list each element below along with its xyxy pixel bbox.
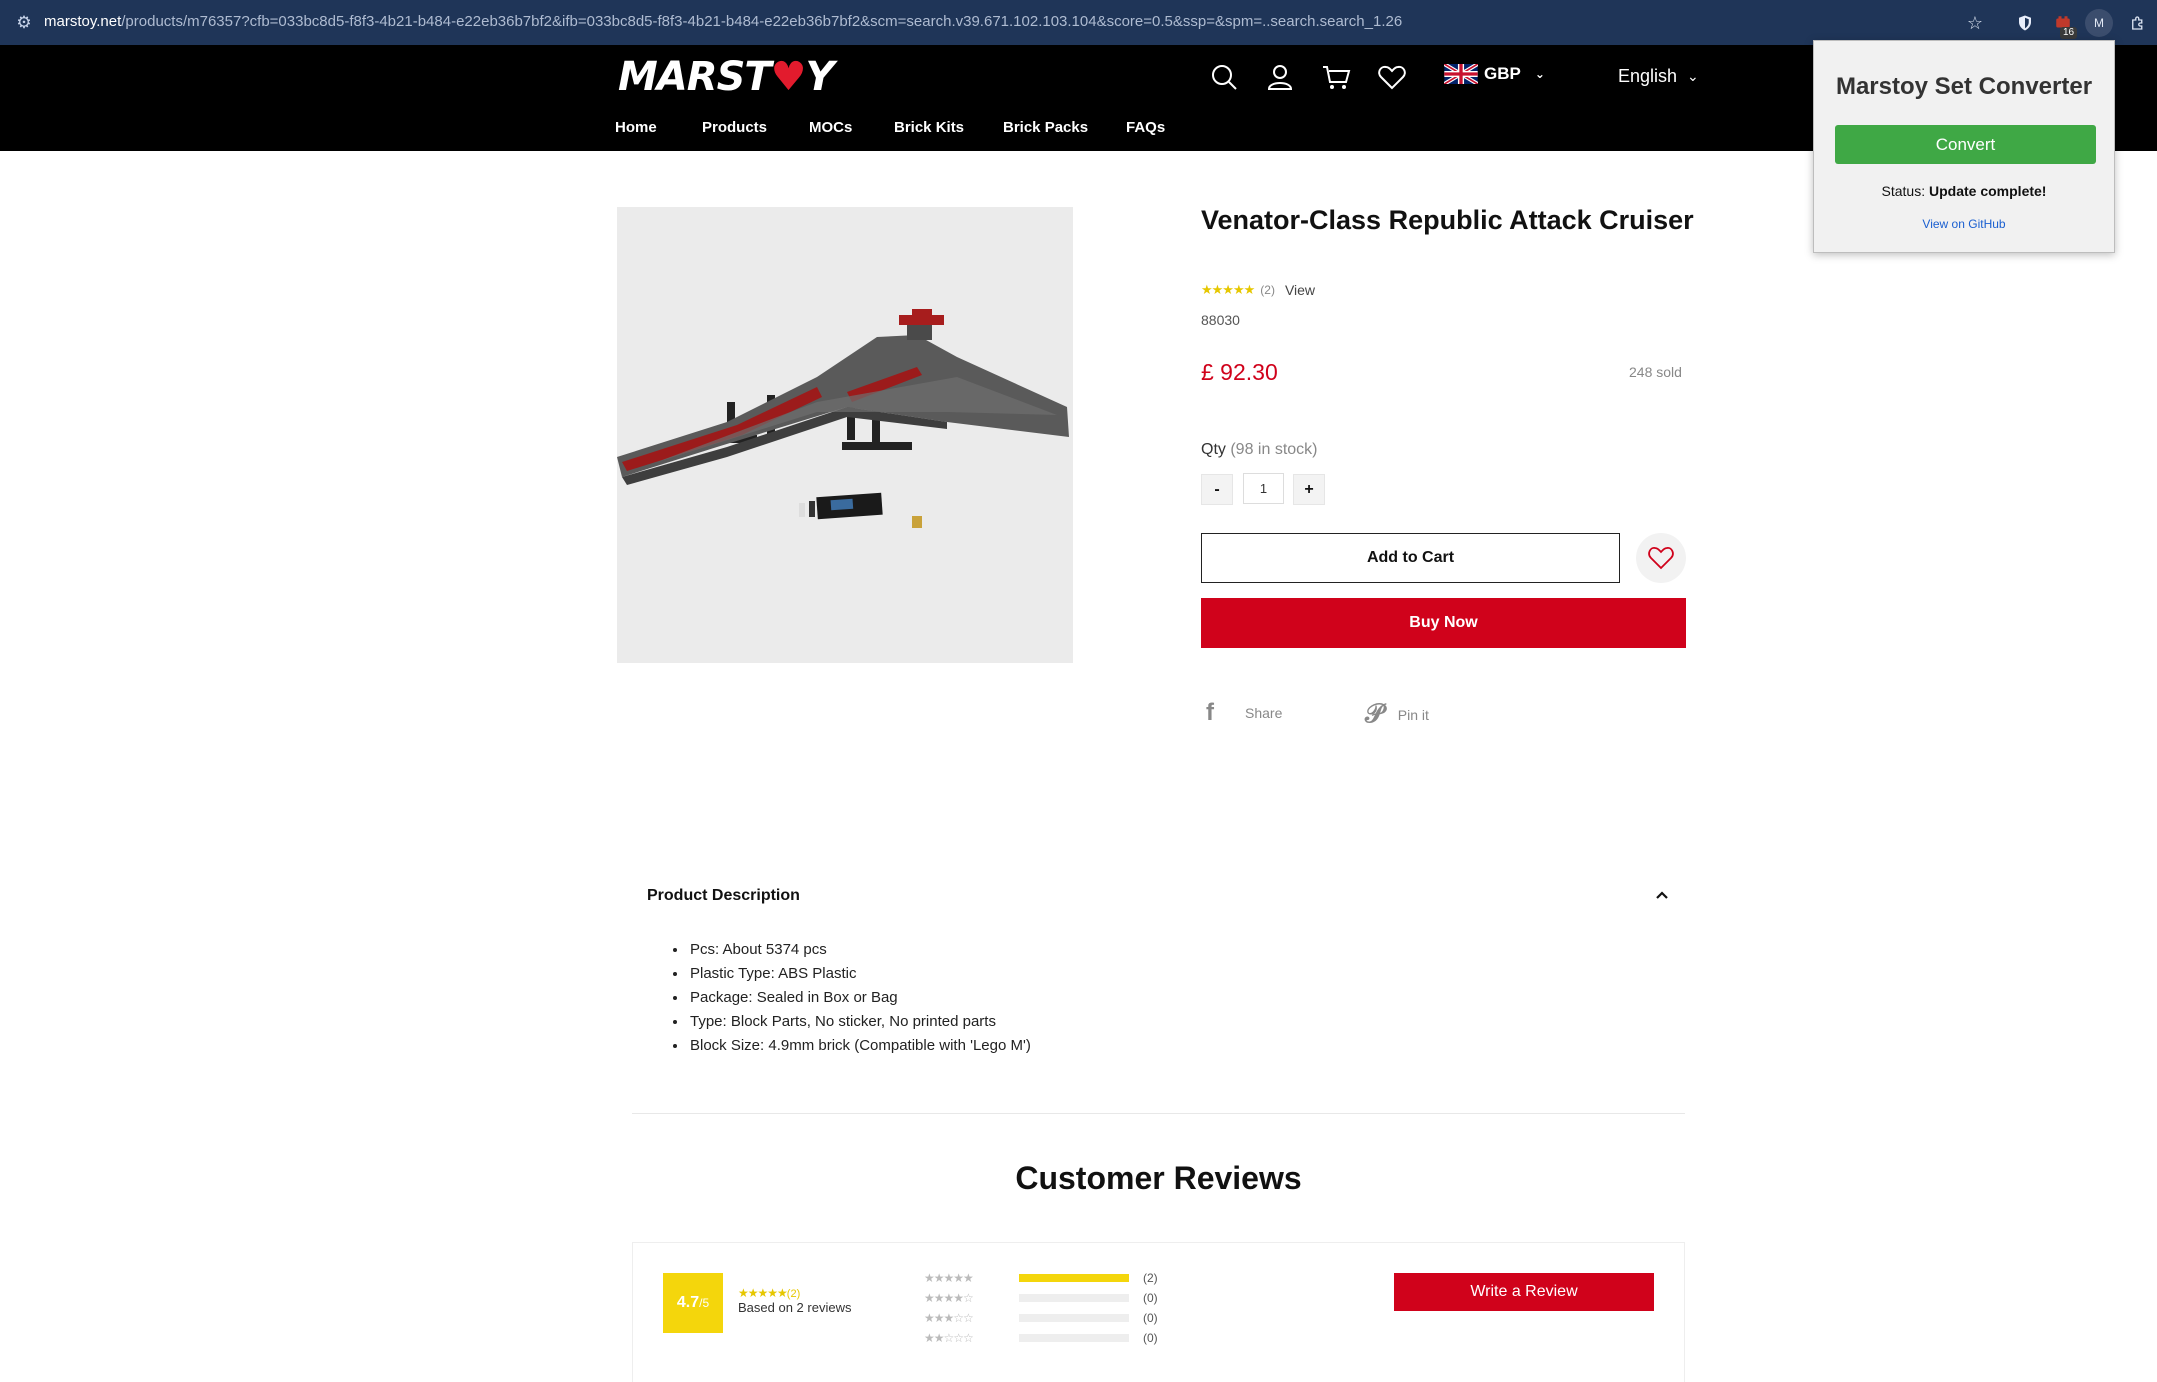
nav-products[interactable]: Products [702,119,767,136]
language-selector[interactable]: English ⌄ [1618,66,1699,87]
view-on-github-link[interactable]: View on GitHub [1814,217,2114,231]
rating-stars: ★★★★★ [1201,282,1255,297]
status-label: Status: [1881,183,1926,199]
dist-bar-fill [1019,1274,1129,1282]
product-title: Venator-Class Republic Attack Cruiser [1201,205,1694,235]
dist-stars: ★★☆☆☆ [924,1331,974,1345]
pinterest-icon: 𝒫 [1365,699,1384,729]
chevron-down-icon: ⌄ [1687,68,1699,84]
dist-stars: ★★★★★ [924,1271,974,1285]
currency-selector[interactable]: GBP ⌄ [1444,64,1545,84]
facebook-icon: f [1206,699,1214,726]
dist-count: (0) [1143,1331,1158,1345]
nav-brick-kits[interactable]: Brick Kits [894,119,964,136]
account-icon[interactable] [1265,62,1295,92]
url-path: /products/m76357?cfb=033bc8d5-f8f3-4b21-… [121,13,1403,30]
description-item: Block Size: 4.9mm brick (Compatible with… [688,1034,1031,1058]
qty-input[interactable]: 1 [1243,473,1284,504]
dist-stars: ★★★☆☆ [924,1311,974,1325]
qty-increment-button[interactable]: + [1293,474,1325,505]
score-out-of: /5 [699,1296,710,1310]
extension-title: Marstoy Set Converter [1835,73,2093,100]
dist-count: (0) [1143,1291,1158,1305]
rating-count: (2) [1260,283,1275,297]
dist-bar [1019,1334,1129,1342]
rating-distribution-row[interactable]: ★★☆☆☆ (0) [924,1328,1158,1348]
extension-badge: 16 [2060,27,2078,39]
rating-distribution-row[interactable]: ★★★★☆ (0) [924,1288,1158,1308]
logo-text: MARST♥Y [618,54,834,100]
dist-bar [1019,1294,1129,1302]
summary-stars: ★★★★★(2) [738,1286,801,1300]
search-icon[interactable] [1209,62,1239,92]
product-sku: 88030 [1201,312,1240,328]
profile-avatar[interactable]: M [2085,9,2113,37]
description-item: Plastic Type: ABS Plastic [688,962,1031,986]
status-value: Update complete! [1929,183,2047,199]
dist-bar [1019,1314,1129,1322]
sold-count: 248 sold [1629,364,1682,380]
rating-distribution-row[interactable]: ★★★★★ (2) [924,1268,1158,1288]
rating-view-link[interactable]: View [1285,282,1315,298]
rating-distribution-row[interactable]: ★★★☆☆ (0) [924,1308,1158,1328]
bookmark-star-icon[interactable]: ☆ [1962,10,1988,36]
add-to-wishlist-button[interactable] [1636,533,1686,583]
add-to-cart-button[interactable]: Add to Cart [1201,533,1620,583]
language-label: English [1618,66,1678,86]
score-value: 4.7 [676,1294,700,1311]
description-item: Pcs: About 5374 pcs [688,938,1031,962]
dist-bar [1019,1274,1129,1282]
logo-heart-icon: ♥ [770,54,807,100]
share-label: Share [1245,705,1283,721]
cart-icon[interactable] [1321,62,1351,92]
summary-count: (2) [786,1288,801,1300]
score-badge: 4.7/5 [663,1273,723,1333]
shield-extension-icon[interactable] [2012,10,2038,36]
qty-label: Qty (98 in stock) [1201,441,1317,459]
share-facebook[interactable]: f Share [1201,699,1282,727]
chevron-down-icon: ⌄ [1534,67,1545,81]
currency-label: GBP [1484,64,1521,83]
qty-label-text: Qty [1201,441,1226,458]
url-text[interactable]: marstoy.net/products/m76357?cfb=033bc8d5… [44,12,1402,32]
uk-flag-icon [1444,64,1478,84]
extension-status: Status: Update complete! [1814,183,2114,199]
product-price: £ 92.30 [1201,359,1278,385]
nav-faqs[interactable]: FAQs [1126,119,1165,136]
dist-stars: ★★★★☆ [924,1291,974,1305]
nav-brick-packs[interactable]: Brick Packs [1003,119,1088,136]
buy-now-button[interactable]: Buy Now [1201,598,1686,648]
customer-reviews-title: Customer Reviews [1015,1160,1302,1196]
qty-decrement-button[interactable]: - [1201,474,1233,505]
stock-count: (98 in stock) [1230,441,1318,458]
rating-row: ★★★★★ (2) View [1201,282,1315,298]
share-pinterest[interactable]: 𝒫 Pin it [1365,699,1429,730]
convert-button[interactable]: Convert [1835,125,2096,164]
section-divider [632,1113,1685,1114]
extensions-puzzle-icon[interactable] [2125,10,2151,36]
description-item: Type: Block Parts, No sticker, No printe… [688,1010,1031,1034]
write-review-button[interactable]: Write a Review [1394,1273,1654,1311]
dist-count: (2) [1143,1271,1158,1285]
product-photo-illustration [617,309,1069,528]
chevron-up-icon[interactable] [1654,887,1670,903]
browser-address-bar[interactable]: ⚙ marstoy.net/products/m76357?cfb=033bc8… [0,0,2157,45]
wishlist-heart-icon[interactable] [1377,62,1407,92]
site-settings-icon[interactable]: ⚙ [14,13,34,33]
product-image[interactable] [617,207,1073,663]
dist-count: (0) [1143,1311,1158,1325]
nav-home[interactable]: Home [615,119,657,136]
pin-label: Pin it [1397,706,1429,723]
extension-popup: Marstoy Set Converter Convert Status: Up… [1813,40,2115,253]
description-item: Package: Sealed in Box or Bag [688,986,1031,1010]
product-description-title[interactable]: Product Description [647,887,800,905]
heart-icon [1648,547,1674,570]
url-host: marstoy.net [44,13,122,30]
product-description-list: Pcs: About 5374 pcs Plastic Type: ABS Pl… [688,938,1031,1058]
marstoy-logo[interactable]: MARST♥Y [618,54,834,100]
nav-mocs[interactable]: MOCs [809,119,852,136]
based-on-text: Based on 2 reviews [738,1300,852,1315]
